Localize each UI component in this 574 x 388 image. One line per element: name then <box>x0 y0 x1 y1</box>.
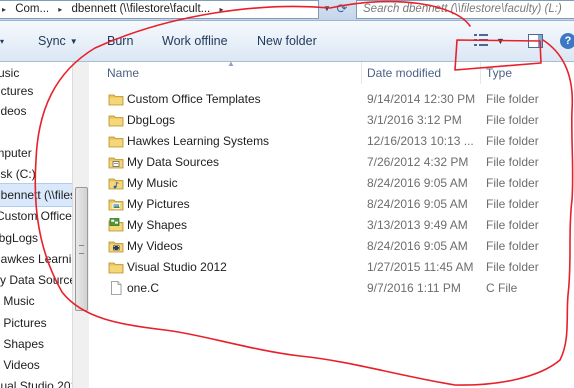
file-name: My Data Sources <box>127 155 220 169</box>
preview-pane-icon[interactable] <box>528 34 543 48</box>
file-type: File folder <box>486 113 539 127</box>
music-folder-icon <box>108 178 124 190</box>
sync-label: Sync <box>38 34 66 48</box>
address-bar: ▸ Com... ▸ dbennett (\\filestore\facult.… <box>0 0 574 21</box>
folder-icon <box>108 115 124 127</box>
address-field[interactable]: ▸ Com... ▸ dbennett (\\filestore\facult.… <box>0 0 319 19</box>
file-row[interactable]: one.C 9/7/2016 1:11 PM C File <box>89 278 574 299</box>
file-date-modified: 1/27/2015 11:45 AM <box>367 260 474 274</box>
file-row[interactable]: My Pictures 8/24/2016 9:05 AM File folder <box>89 194 574 215</box>
chevron-down-icon: ▼ <box>69 37 78 46</box>
file-name: My Pictures <box>127 197 190 211</box>
file-type: C File <box>486 281 518 295</box>
file-type: File folder <box>486 239 539 253</box>
nav-item-dbennett[interactable]: dbennett (\\filestore\faculty) (L:) <box>0 183 72 207</box>
help-icon[interactable]: ? <box>560 33 574 49</box>
nav-item-my-data-sources[interactable]: My Data Sources <box>0 269 72 291</box>
shapes-folder-icon <box>108 218 124 232</box>
nav-item-my-videos[interactable]: My Videos <box>0 354 40 376</box>
address-dropdown-icon[interactable]: ▼ <box>322 2 332 16</box>
data-sources-folder-icon <box>108 157 124 169</box>
file-icon <box>111 281 122 295</box>
chevron-down-icon[interactable]: ▼ <box>496 33 505 49</box>
breadcrumb-dbennett[interactable]: dbennett (\\filestore\facult... <box>68 1 215 18</box>
column-header-date-modified[interactable]: Date modified <box>367 62 441 84</box>
file-name: My Music <box>127 176 178 190</box>
file-name: DbgLogs <box>127 113 176 127</box>
file-type: File folder <box>486 134 539 148</box>
command-bar: ▾ Sync ▼ Burn Work offline New folder ▼ ? <box>0 21 574 62</box>
grip-icon <box>79 245 84 254</box>
nav-item-pictures[interactable]: Pictures <box>0 80 33 102</box>
breadcrumb-computer[interactable]: Com... <box>11 1 53 18</box>
column-header-name[interactable]: Name <box>107 62 139 84</box>
file-name: Hawkes Learning Systems <box>127 134 270 148</box>
file-date-modified: 8/24/2016 9:05 AM <box>367 239 468 253</box>
file-row[interactable]: DbgLogs 3/1/2016 3:12 PM File folder <box>89 110 574 131</box>
file-row[interactable]: My Shapes 3/13/2013 9:49 AM File folder <box>89 215 574 236</box>
toolbar-caret-icon[interactable]: ▾ <box>0 21 4 61</box>
file-type: File folder <box>486 197 539 211</box>
nav-item-my-music[interactable]: My Music <box>0 290 35 312</box>
file-date-modified: 7/26/2012 4:32 PM <box>367 155 469 169</box>
new-folder-button[interactable]: New folder <box>257 21 317 61</box>
file-date-modified: 3/13/2013 9:49 AM <box>367 218 468 232</box>
file-type: File folder <box>486 176 539 190</box>
column-divider[interactable] <box>361 62 362 84</box>
nav-item-my-pictures[interactable]: My Pictures <box>0 312 47 334</box>
videos-folder-icon <box>108 241 124 253</box>
burn-button[interactable]: Burn <box>107 21 133 61</box>
file-name: one.C <box>127 281 160 295</box>
nav-item-computer[interactable]: Computer <box>0 142 32 164</box>
file-row[interactable]: Custom Office Templates 9/14/2014 12:30 P… <box>89 89 574 110</box>
file-name: Custom Office Templates <box>127 92 261 106</box>
refresh-icon[interactable]: ⟳ <box>334 1 350 17</box>
sync-button[interactable]: Sync ▼ <box>38 21 78 61</box>
change-view-button[interactable]: ▼ <box>470 33 510 49</box>
file-row[interactable]: My Videos 8/24/2016 9:05 AM File folder <box>89 236 574 257</box>
file-row[interactable]: My Data Sources 7/26/2012 4:32 PM File fol… <box>89 152 574 173</box>
folder-icon <box>108 94 124 106</box>
column-header-type[interactable]: Type <box>486 62 512 84</box>
file-row[interactable]: Hawkes Learning Systems 12/16/2013 10:13 … <box>89 131 574 152</box>
file-list: Name ▲ Date modified Type Custom Office … <box>89 59 574 388</box>
file-date-modified: 3/1/2016 3:12 PM <box>367 113 462 127</box>
nav-item-dbglogs[interactable]: DbgLogs <box>0 227 38 249</box>
folder-icon <box>108 136 124 148</box>
file-name: My Shapes <box>127 218 188 232</box>
pictures-folder-icon <box>108 199 124 211</box>
work-offline-button[interactable]: Work offline <box>162 21 228 61</box>
file-type: File folder <box>486 155 539 169</box>
file-row[interactable]: My Music 8/24/2016 9:05 AM File folder <box>89 173 574 194</box>
navigation-scrollbar[interactable] <box>72 62 89 388</box>
nav-item-visual-studio[interactable]: Visual Studio 2012 <box>0 375 72 388</box>
file-type: File folder <box>486 260 539 274</box>
nav-item-custom-office[interactable]: Custom Office Templates <box>0 205 72 227</box>
nav-item-local-disk[interactable]: Local Disk (C:) <box>0 163 36 185</box>
nav-item-videos[interactable]: Videos <box>0 100 26 122</box>
file-date-modified: 9/7/2016 1:11 PM <box>367 281 461 295</box>
search-input[interactable]: Search dbennett (\\filestore\faculty) (L… <box>356 0 574 19</box>
chevron-right-icon[interactable]: ▸ <box>217 1 225 18</box>
sort-ascending-icon: ▲ <box>227 59 235 68</box>
chevron-right-icon: ▸ <box>2 5 7 14</box>
file-name: Visual Studio 2012 <box>127 260 227 274</box>
folder-icon <box>108 262 124 274</box>
file-date-modified: 8/24/2016 9:05 AM <box>367 176 468 190</box>
navigation-pane: Music Pictures Videos Computer Local Dis… <box>0 62 72 388</box>
file-name: My Videos <box>127 239 183 253</box>
details-view-icon <box>474 34 488 46</box>
file-date-modified: 12/16/2013 10:13 ... <box>367 134 474 148</box>
nav-item-my-shapes[interactable]: My Shapes <box>0 333 44 355</box>
file-row[interactable]: Visual Studio 2012 1/27/2015 11:45 AM File… <box>89 257 574 278</box>
file-type: File folder <box>486 92 539 106</box>
file-type: File folder <box>486 218 539 232</box>
chevron-right-icon[interactable]: ▸ <box>56 1 64 18</box>
file-date-modified: 9/14/2014 12:30 PM <box>367 92 476 106</box>
scrollbar-thumb[interactable] <box>75 187 88 311</box>
file-date-modified: 8/24/2016 9:05 AM <box>367 197 468 211</box>
column-divider[interactable] <box>480 62 481 84</box>
nav-item-hawkes[interactable]: Hawkes Learning Systems <box>0 248 72 270</box>
